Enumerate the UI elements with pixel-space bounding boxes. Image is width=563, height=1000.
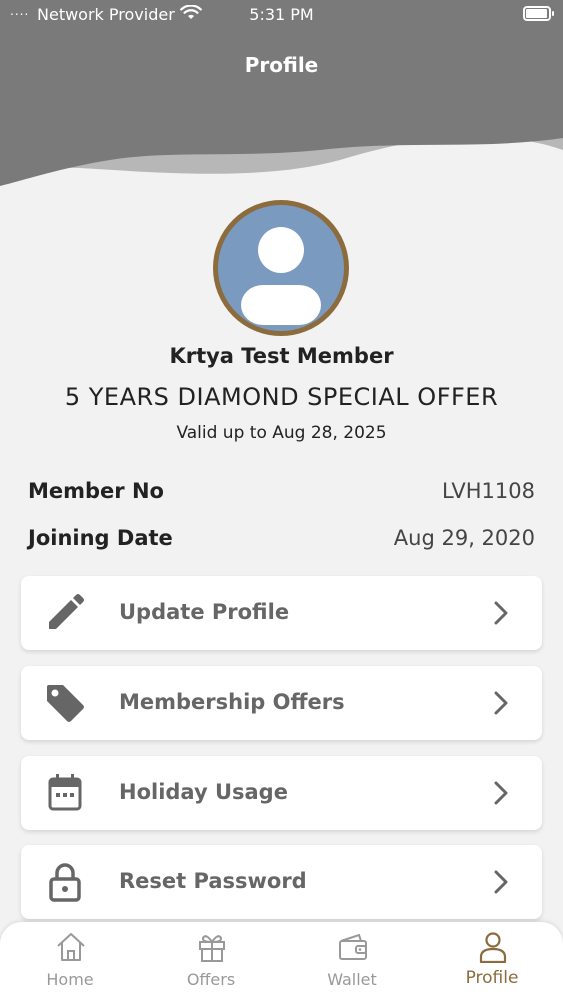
page-title: Profile [244, 53, 319, 77]
member-number-value: LVH1108 [442, 479, 535, 503]
avatar[interactable] [213, 200, 349, 336]
holiday-usage-button[interactable]: Holiday Usage [21, 756, 542, 830]
clock: 5:31 PM [249, 5, 314, 24]
calendar-icon [45, 773, 85, 813]
chevron-right-icon [494, 691, 508, 715]
member-name: Krtya Test Member [169, 344, 394, 368]
profile-header: .... Network Provider 5:31 PM Profile [0, 0, 563, 200]
home-icon [55, 931, 87, 963]
chevron-right-icon [494, 601, 508, 625]
member-number-label: Member No [28, 479, 164, 503]
tab-wallet-label: Wallet [327, 970, 377, 989]
person-icon [477, 931, 509, 964]
chevron-right-icon [494, 781, 508, 805]
membership-validity: Valid up to Aug 28, 2025 [176, 423, 387, 443]
user-placeholder-icon [241, 227, 321, 325]
reset-password-label: Reset Password [119, 869, 307, 893]
joining-date-label: Joining Date [28, 526, 173, 550]
tab-offers-label: Offers [186, 970, 236, 989]
lock-icon [45, 862, 85, 902]
tab-offers[interactable]: Offers [161, 922, 261, 1000]
bottom-tab-bar: Home Offers Wallet Profile [0, 922, 563, 1000]
battery-icon [523, 6, 554, 21]
pencil-icon [45, 593, 85, 633]
status-bar: .... Network Provider 5:31 PM [0, 0, 563, 30]
tab-home[interactable]: Home [20, 922, 120, 1000]
member-number-row: Member No LVH1108 [28, 479, 535, 509]
wallet-icon [337, 931, 369, 963]
joining-date-value: Aug 29, 2020 [393, 526, 535, 550]
tab-profile[interactable]: Profile [442, 922, 542, 1000]
holiday-usage-label: Holiday Usage [119, 780, 288, 804]
update-profile-label: Update Profile [119, 600, 290, 624]
gift-icon [196, 931, 228, 963]
membership-offers-button[interactable]: Membership Offers [21, 666, 542, 740]
header-wave-background [0, 0, 563, 186]
tag-icon [45, 683, 85, 723]
joining-date-row: Joining Date Aug 29, 2020 [28, 526, 535, 556]
membership-offers-label: Membership Offers [119, 690, 345, 714]
reset-password-button[interactable]: Reset Password [21, 845, 542, 919]
chevron-right-icon [494, 870, 508, 894]
membership-plan: 5 YEARS DIAMOND SPECIAL OFFER [64, 383, 499, 411]
tab-profile-label: Profile [465, 968, 519, 988]
tab-wallet[interactable]: Wallet [302, 922, 402, 1000]
update-profile-button[interactable]: Update Profile [21, 576, 542, 650]
tab-home-label: Home [46, 970, 94, 989]
